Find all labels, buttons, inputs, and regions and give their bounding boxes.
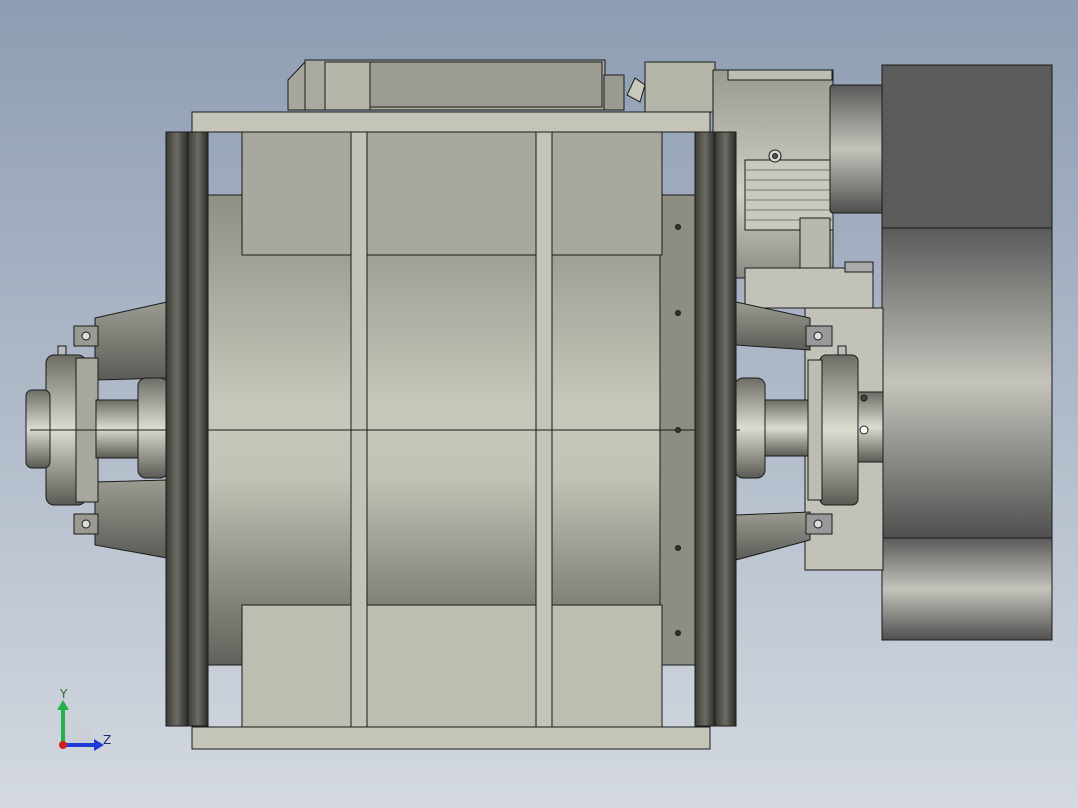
y-axis-label: Y bbox=[59, 687, 68, 701]
top-drive-unit[interactable] bbox=[287, 59, 716, 113]
gearbox-assembly[interactable] bbox=[712, 69, 886, 309]
cad-viewport[interactable]: Y Z bbox=[0, 0, 1078, 808]
right-end-flange[interactable] bbox=[694, 131, 737, 727]
z-axis-label: Z bbox=[103, 733, 111, 747]
y-arrow-head bbox=[57, 700, 69, 710]
x-axis-origin bbox=[59, 741, 67, 749]
right-bearing-support[interactable] bbox=[734, 301, 884, 571]
drive-motor-housing[interactable] bbox=[881, 64, 1053, 641]
cad-model-view[interactable]: Y Z bbox=[0, 0, 1078, 808]
left-end-flange[interactable] bbox=[165, 131, 209, 727]
coordinate-triad: Y Z bbox=[57, 687, 111, 751]
rotary-valve-drum[interactable] bbox=[30, 111, 740, 750]
